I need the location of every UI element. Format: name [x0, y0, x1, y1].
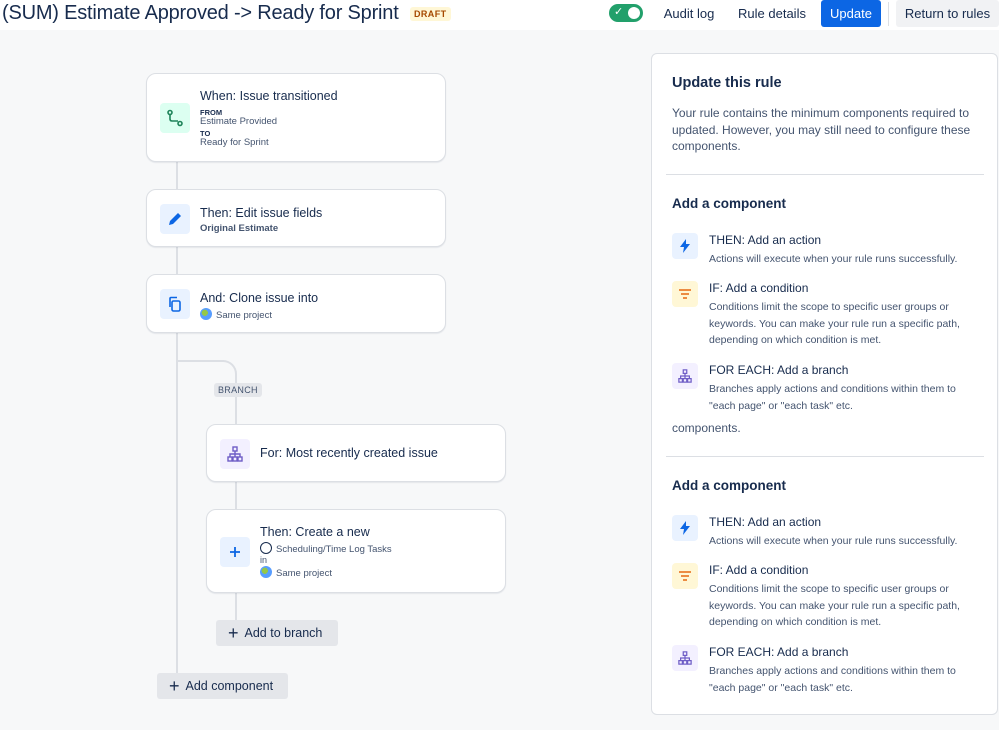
add-to-branch-button[interactable]: + Add to branch [216, 620, 338, 646]
add-condition-item[interactable]: IF: Add a condition Conditions limit the… [672, 563, 992, 631]
plus-icon: + [169, 676, 180, 696]
lightning-icon [672, 233, 698, 259]
toggle-knob [628, 7, 640, 19]
project-avatar-icon [200, 308, 212, 320]
issue-type-label: Scheduling/Time Log Tasks [276, 544, 392, 555]
branch-card[interactable]: For: Most recently created issue [206, 424, 506, 482]
draft-badge: DRAFT [410, 7, 451, 21]
create-issue-project: Same project [260, 566, 332, 579]
connector-branch-h [178, 360, 224, 362]
add-component-button[interactable]: + Add component [157, 673, 288, 699]
update-rule-panel: Update this rule Your rule contains the … [651, 53, 998, 715]
panel-divider [666, 456, 984, 457]
rule-title: (SUM) Estimate Approved -> Ready for Spr… [2, 2, 399, 24]
return-to-rules-button[interactable]: Return to rules [896, 0, 999, 27]
add-branch-item[interactable]: FOR EACH: Add a branch Branches apply ac… [672, 645, 992, 697]
add-action-item[interactable]: THEN: Add an action Actions will execute… [672, 233, 992, 269]
clone-issue-card[interactable]: And: Clone issue into Same project [146, 274, 446, 333]
create-in-label: in [260, 555, 268, 565]
add-action-desc: Actions will execute when your rule runs… [709, 253, 958, 265]
update-button[interactable]: Update [821, 0, 881, 27]
lightning-icon [672, 515, 698, 541]
plus-icon: + [228, 623, 239, 643]
branch-tag: BRANCH [214, 383, 262, 397]
trigger-title: When: Issue transitioned [200, 89, 338, 103]
add-action-item[interactable]: THEN: Add an action Actions will execute… [672, 515, 992, 551]
panel-title: Update this rule [672, 75, 782, 91]
header-divider [888, 2, 889, 26]
add-condition-desc: Conditions limit the scope to specific u… [709, 301, 960, 346]
create-issue-type: Scheduling/Time Log Tasks [260, 542, 392, 555]
edit-fields-subtitle: Original Estimate [200, 223, 279, 234]
copy-icon [160, 289, 190, 319]
branch-icon [220, 439, 250, 469]
add-action-title: THEN: Add an action [709, 515, 822, 529]
clone-issue-title: And: Clone issue into [200, 291, 319, 305]
trigger-from-value: Estimate Provided [200, 116, 278, 127]
audit-log-button[interactable]: Audit log [657, 0, 721, 27]
issue-type-icon [260, 542, 272, 554]
section-title: Add a component [672, 196, 786, 211]
add-condition-item[interactable]: IF: Add a condition Conditions limit the… [672, 281, 992, 349]
add-branch-title: FOR EACH: Add a branch [709, 363, 849, 377]
branch-icon [672, 363, 698, 389]
add-to-branch-label: Add to branch [244, 626, 323, 640]
add-component-label: Add component [185, 679, 274, 693]
trigger-to-value: Ready for Sprint [200, 137, 269, 148]
add-branch-desc: Branches apply actions and conditions wi… [709, 665, 956, 694]
create-issue-card[interactable]: Then: Create a new Scheduling/Time Log T… [206, 509, 506, 593]
rule-details-button[interactable]: Rule details [732, 0, 812, 27]
add-condition-title: IF: Add a condition [709, 281, 809, 295]
rule-enabled-toggle[interactable]: ✓ [609, 4, 643, 22]
add-action-desc: Actions will execute when your rule runs… [709, 535, 958, 547]
panel-divider [666, 174, 984, 175]
edit-fields-title: Then: Edit issue fields [200, 206, 323, 220]
branch-title: For: Most recently created issue [260, 446, 438, 460]
transition-icon [160, 103, 190, 133]
filter-icon [672, 281, 698, 307]
create-issue-title: Then: Create a new [260, 525, 370, 539]
project-avatar-icon [260, 566, 272, 578]
add-branch-item[interactable]: FOR EACH: Add a branch Branches apply ac… [672, 363, 992, 415]
trailing-text: components. [672, 421, 741, 435]
section-title: Add a component [672, 478, 786, 493]
add-condition-desc: Conditions limit the scope to specific u… [709, 583, 960, 628]
clone-project-label: Same project [216, 310, 272, 321]
add-branch-title: FOR EACH: Add a branch [709, 645, 849, 659]
checkmark-icon: ✓ [614, 6, 624, 18]
branch-icon [672, 645, 698, 671]
header: (SUM) Estimate Approved -> Ready for Spr… [0, 0, 999, 30]
panel-description: Your rule contains the minimum component… [672, 106, 971, 153]
add-branch-desc: Branches apply actions and conditions wi… [709, 383, 956, 412]
clone-issue-project: Same project [200, 308, 272, 321]
edit-fields-card[interactable]: Then: Edit issue fields Original Estimat… [146, 189, 446, 247]
plus-icon [220, 537, 250, 567]
filter-icon [672, 563, 698, 589]
create-project-label: Same project [276, 568, 332, 579]
pencil-icon [160, 204, 190, 234]
add-condition-title: IF: Add a condition [709, 563, 809, 577]
trigger-card[interactable]: When: Issue transitioned FROM Estimate P… [146, 73, 446, 162]
add-action-title: THEN: Add an action [709, 233, 822, 247]
